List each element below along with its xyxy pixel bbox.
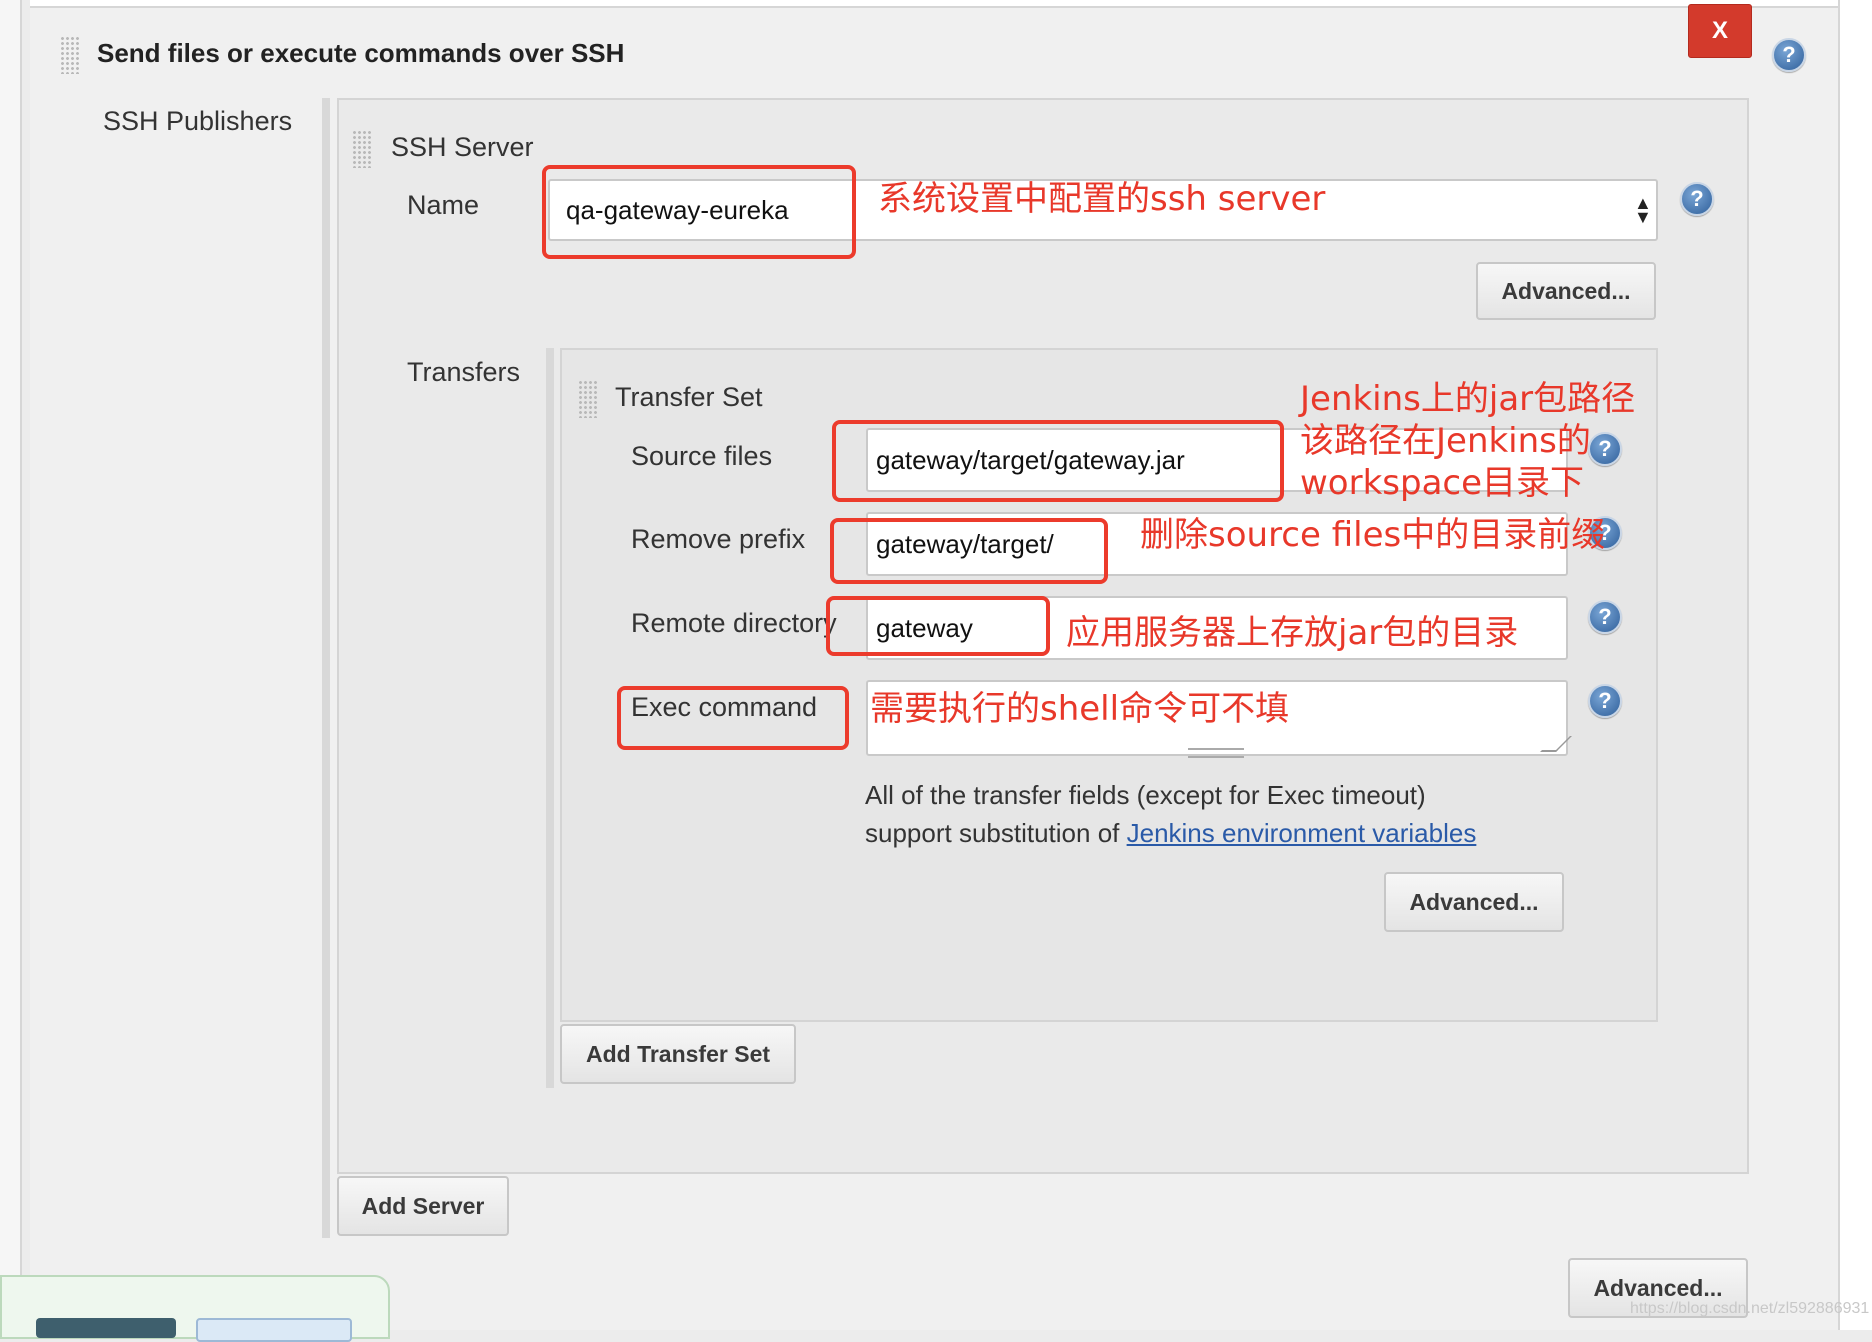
- select-arrows-icon[interactable]: ▲ ▼: [1634, 194, 1652, 226]
- help-icon[interactable]: ?: [1680, 182, 1714, 216]
- drag-handle-icon[interactable]: [352, 130, 372, 168]
- annotation-box-source: [832, 420, 1284, 502]
- env-variables-link[interactable]: Jenkins environment variables: [1127, 818, 1477, 848]
- drag-handle-icon[interactable]: [578, 380, 598, 418]
- annotation-box-remote: [826, 596, 1050, 656]
- hint-line-2-text: support substitution of: [865, 818, 1127, 848]
- annotation-source-line1: Jenkins上的jar包路径: [1300, 379, 1636, 419]
- annotation-server: 系统设置中配置的ssh server: [878, 179, 1326, 219]
- help-icon[interactable]: ?: [1588, 432, 1622, 466]
- annotation-remote: 应用服务器上存放jar包的目录: [1066, 613, 1519, 653]
- help-icon[interactable]: ?: [1588, 684, 1622, 718]
- page-left-strip: [0, 0, 22, 1330]
- add-transfer-set-button[interactable]: Add Transfer Set: [560, 1024, 796, 1084]
- apply-button[interactable]: [196, 1318, 352, 1342]
- drag-handle-icon[interactable]: [60, 36, 80, 74]
- annotation-prefix: 删除source files中的目录前缀: [1140, 515, 1606, 555]
- annotation-box-prefix: [830, 518, 1108, 584]
- textarea-drag-grip-icon[interactable]: [1188, 748, 1244, 758]
- page-right-border: [1838, 0, 1872, 1330]
- name-label: Name: [407, 190, 480, 220]
- watermark: https://blog.csdn.net/zl592886931: [1630, 1300, 1870, 1317]
- transfers-divider: [546, 348, 554, 1088]
- transfer-set-title: Transfer Set: [615, 382, 763, 412]
- annotation-source-line2: 该路径在Jenkins的: [1300, 421, 1591, 461]
- help-icon[interactable]: ?: [1588, 600, 1622, 634]
- annotation-box-exec: [617, 686, 849, 750]
- remote-directory-label: Remote directory: [631, 608, 837, 638]
- substitution-hint: All of the transfer fields (except for E…: [865, 776, 1476, 852]
- server-advanced-button[interactable]: Advanced...: [1476, 262, 1656, 320]
- ssh-server-title: SSH Server: [391, 132, 534, 162]
- remove-prefix-label: Remove prefix: [631, 524, 806, 554]
- page-top-border: [30, 0, 1840, 8]
- help-icon[interactable]: ?: [1772, 38, 1806, 72]
- section-title: Send files or execute commands over SSH: [97, 38, 625, 68]
- source-files-label: Source files: [631, 441, 773, 471]
- transfers-label: Transfers: [407, 357, 521, 387]
- annotation-source-line3: workspace目录下: [1300, 463, 1585, 503]
- delete-section-button[interactable]: X: [1688, 4, 1752, 58]
- transfer-advanced-button[interactable]: Advanced...: [1384, 872, 1564, 932]
- add-server-button[interactable]: Add Server: [337, 1176, 509, 1236]
- annotation-box-name: [542, 165, 856, 259]
- hint-line-2: support substitution of Jenkins environm…: [865, 814, 1476, 852]
- annotation-exec: 需要执行的shell命令可不填: [870, 689, 1290, 729]
- ssh-publishers-label: SSH Publishers: [103, 106, 293, 136]
- hint-line-1: All of the transfer fields (except for E…: [865, 780, 1426, 810]
- publishers-divider: [322, 98, 330, 1238]
- save-button[interactable]: [36, 1318, 176, 1338]
